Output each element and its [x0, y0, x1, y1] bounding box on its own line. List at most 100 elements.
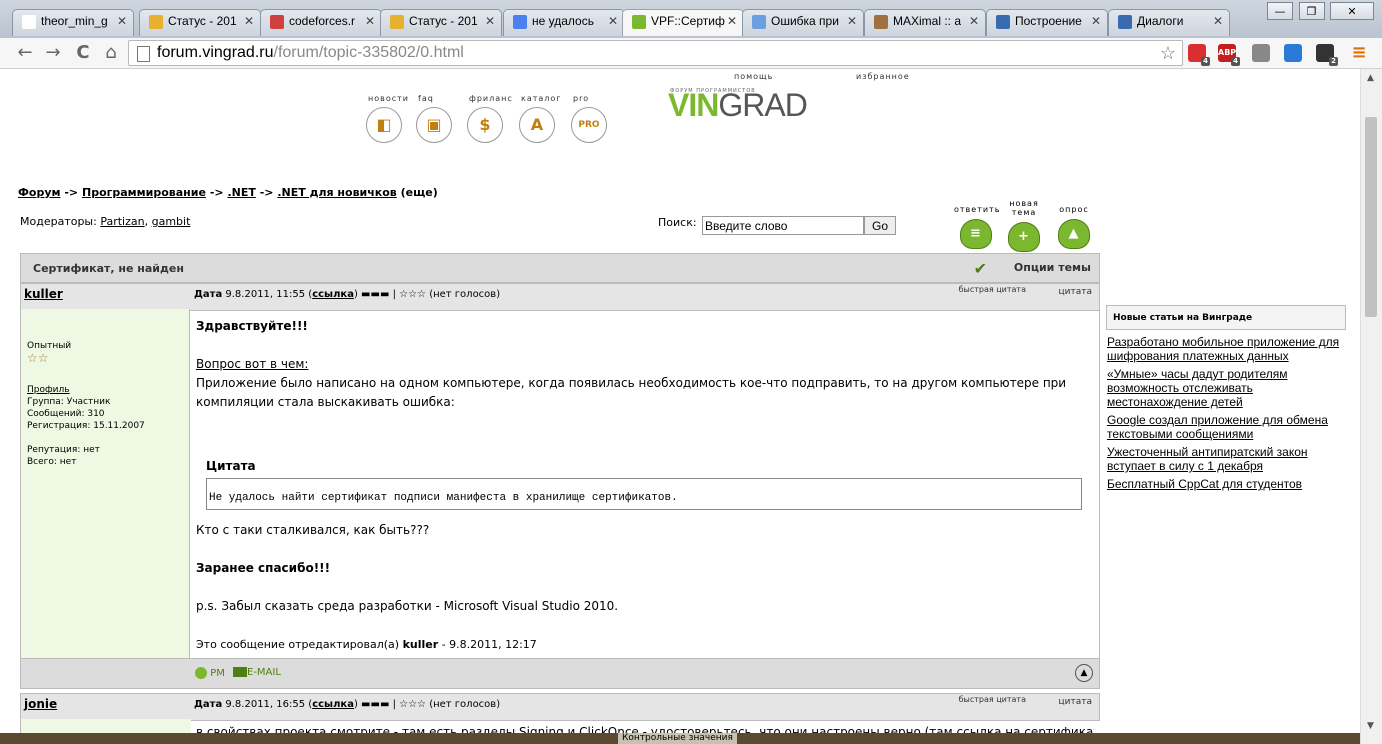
moderator-link[interactable]: gambit	[152, 215, 191, 228]
browser-tab[interactable]: Статус - 201 ✕	[380, 9, 502, 36]
site-nav-label: фриланс	[469, 94, 513, 103]
site-nav-label: faq	[418, 94, 434, 103]
minimize-button[interactable]: —	[1267, 2, 1293, 20]
stop-icon[interactable]: 4	[1188, 44, 1210, 66]
topic-options-button[interactable]: Опции темы	[1014, 261, 1091, 274]
scroll-thumb[interactable]	[1365, 117, 1377, 317]
back-button[interactable]: ←	[14, 42, 36, 64]
breadcrumb-forum[interactable]: Форум	[18, 186, 61, 199]
profile-link[interactable]: Профиль	[27, 384, 189, 396]
site-nav-4-icon[interactable]: PRO	[571, 107, 607, 143]
vingrad-logo[interactable]: VINGRAD	[668, 87, 808, 124]
moderator-link[interactable]: Partizan	[100, 215, 144, 228]
breadcrumb-net-beginners[interactable]: .NET для новичков	[277, 186, 396, 199]
browser-tab[interactable]: не удалось ✕	[503, 9, 625, 36]
sidebar-link[interactable]: Разработано мобильное приложение для шиф…	[1107, 335, 1349, 363]
scroll-up-icon[interactable]: ▲	[1367, 73, 1374, 83]
browser-tab[interactable]: codeforces.r ✕	[260, 9, 382, 36]
site-nav-2-icon[interactable]: $	[467, 107, 503, 143]
site-nav-0-icon[interactable]: ◧	[366, 107, 402, 143]
search-go-button[interactable]: Go	[864, 216, 896, 235]
author-total: Всего: нет	[27, 457, 77, 467]
author-group: Группа: Участник	[27, 397, 111, 407]
browser-tab[interactable]: theor_min_g ✕	[12, 9, 134, 36]
action-2-button[interactable]: опрос ▲	[1052, 205, 1096, 249]
post-link[interactable]: ссылка	[312, 289, 354, 300]
browser-tab[interactable]: MAXimal :: a ✕	[864, 9, 986, 36]
tab-close-icon[interactable]: ✕	[969, 14, 979, 28]
site-nav-label: новости	[368, 94, 409, 103]
close-window-button[interactable]: ✕	[1330, 2, 1374, 20]
browser-tab[interactable]: Ошибка при ✕	[742, 9, 864, 36]
quote-title: Цитата	[206, 459, 256, 473]
notify-icon[interactable]: 2	[1316, 44, 1338, 66]
menu-icon[interactable]: ≡	[1348, 42, 1370, 64]
forward-button[interactable]: →	[42, 42, 64, 64]
scroll-down-icon[interactable]: ▼	[1367, 721, 1374, 731]
post-link[interactable]: ссылка	[312, 699, 354, 710]
action-1-button[interactable]: новая тема +	[1002, 199, 1046, 252]
quote-icon[interactable]	[1252, 44, 1270, 62]
pm-button[interactable]: PM	[195, 667, 225, 679]
browser-tab[interactable]: VPF::Сертиф ✕	[622, 9, 744, 36]
scroll-top-icon[interactable]: ▲	[1075, 664, 1093, 682]
quick-quote-button[interactable]: быстрая цитата	[959, 695, 1026, 704]
maximize-button[interactable]: ❐	[1298, 2, 1325, 20]
email-button[interactable]: E-MAIL	[233, 667, 281, 678]
tab-favicon-icon	[996, 15, 1010, 29]
address-bar[interactable]: forum.vingrad.ru/forum/topic-335802/0.ht…	[128, 40, 1183, 66]
action-0-button[interactable]: ответить ≡	[954, 205, 1001, 249]
scrollbar[interactable]: ▲ ▼	[1360, 69, 1382, 744]
post-question: Вопрос вот в чем:	[196, 357, 309, 371]
top-nav-label[interactable]: помощь	[734, 72, 773, 81]
browser-tab[interactable]: Статус - 201 ✕	[139, 9, 261, 36]
action-label: ответить	[954, 205, 1001, 214]
bookmark-star-icon[interactable]: ☆	[1160, 41, 1176, 65]
tab-close-icon[interactable]: ✕	[1091, 14, 1101, 28]
tab-close-icon[interactable]: ✕	[727, 14, 737, 28]
browser-tab[interactable]: Построение ✕	[986, 9, 1108, 36]
cloud-icon[interactable]	[1284, 44, 1302, 62]
search-input[interactable]	[702, 216, 864, 235]
site-nav-3-icon[interactable]: A	[519, 107, 555, 143]
leaf-icon: +	[1008, 222, 1040, 252]
site-nav-1-icon[interactable]: ▣	[416, 107, 452, 143]
reload-button[interactable]: C	[72, 42, 94, 64]
browser-tab[interactable]: Диалоги ✕	[1108, 9, 1230, 36]
top-nav-label[interactable]: избранное	[856, 72, 910, 81]
tab-close-icon[interactable]: ✕	[847, 14, 857, 28]
tab-close-icon[interactable]: ✕	[117, 14, 127, 28]
post-text: Кто с таки сталкивался, как быть???	[196, 523, 430, 537]
tab-close-icon[interactable]: ✕	[485, 14, 495, 28]
tab-favicon-icon	[513, 15, 527, 29]
sidebar-link[interactable]: Ужесточенный антипиратский закон вступае…	[1107, 445, 1349, 473]
tab-close-icon[interactable]: ✕	[608, 14, 618, 28]
tab-favicon-icon	[752, 15, 766, 29]
taskbar-item[interactable]: Контрольные значения	[618, 733, 737, 744]
breadcrumb-more[interactable]: (еще)	[401, 186, 438, 199]
tab-close-icon[interactable]: ✕	[244, 14, 254, 28]
quote-button[interactable]: цитата	[1059, 697, 1093, 707]
tab-close-icon[interactable]: ✕	[365, 14, 375, 28]
breadcrumb-net[interactable]: .NET	[227, 186, 255, 199]
search-form: Поиск: Go	[658, 216, 896, 235]
breadcrumb-programming[interactable]: Программирование	[82, 186, 206, 199]
post-greeting: Здравствуйте!!!	[196, 319, 308, 333]
tab-label: Диалоги	[1137, 14, 1184, 28]
home-button[interactable]: ⌂	[100, 42, 122, 64]
author-rank: Опытный	[27, 341, 72, 351]
leaf-icon: ≡	[960, 219, 992, 249]
sidebar-link[interactable]: «Умные» часы дадут родителям возможность…	[1107, 367, 1349, 409]
post-author[interactable]: kuller	[24, 287, 63, 301]
post-author[interactable]: jonie	[24, 697, 57, 711]
adblock-icon[interactable]: ABP 4	[1218, 44, 1240, 66]
tab-close-icon[interactable]: ✕	[1213, 14, 1223, 28]
quote-text: Не удалось найти сертификат подписи мани…	[206, 478, 1082, 510]
quote-button[interactable]: цитата	[1059, 287, 1093, 297]
sidebar-link[interactable]: Бесплатный CppCat для студентов	[1107, 477, 1349, 491]
post-header: jonie Дата 9.8.2011, 16:55 (ссылка) ▬▬▬ …	[20, 693, 1100, 721]
sidebar-title: Новые статьи на Винграде	[1106, 305, 1346, 330]
tab-label: Ошибка при	[771, 14, 839, 28]
quick-quote-button[interactable]: быстрая цитата	[959, 285, 1026, 294]
sidebar-link[interactable]: Google создал приложение для обмена текс…	[1107, 413, 1349, 441]
